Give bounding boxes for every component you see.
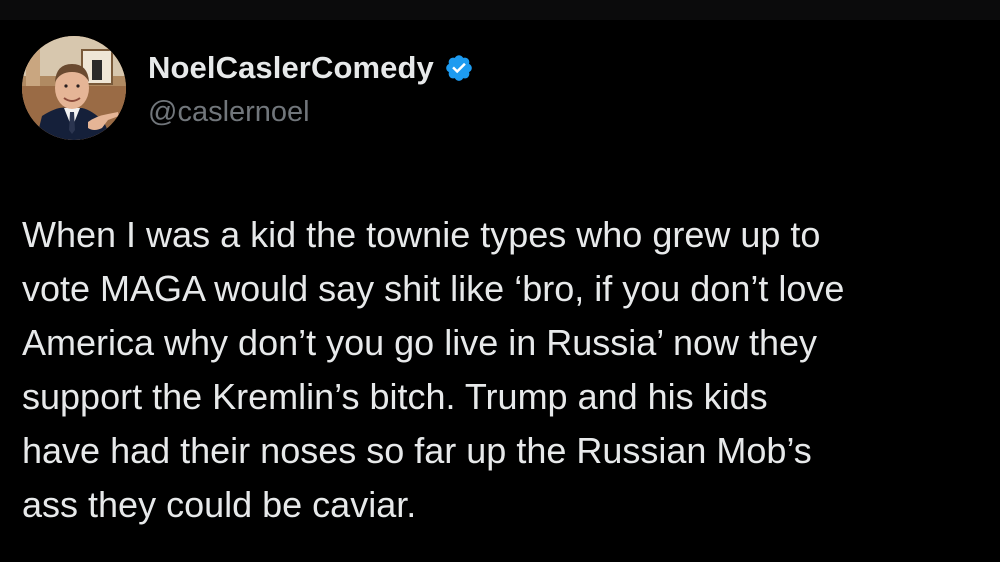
profile-photo-icon bbox=[22, 36, 126, 140]
tweet-line: ass they could be caviar. bbox=[22, 484, 417, 525]
tweet-card: NoelCaslerComedy @caslernoel When I was … bbox=[0, 20, 1000, 562]
top-strip bbox=[0, 0, 1000, 20]
tweet-line: America why don’t you go live in Russia’… bbox=[22, 322, 818, 363]
avatar[interactable] bbox=[22, 36, 126, 140]
tweet-line: vote MAGA would say shit like ‘bro, if y… bbox=[22, 268, 845, 309]
tweet-body: When I was a kid the townie types who gr… bbox=[22, 208, 982, 532]
tweet-line: support the Kremlin’s bitch. Trump and h… bbox=[22, 376, 768, 417]
tweet-line: When I was a kid the townie types who gr… bbox=[22, 214, 821, 255]
author-name-row: NoelCaslerComedy bbox=[148, 50, 474, 86]
verified-badge-icon bbox=[444, 53, 474, 83]
author-handle[interactable]: @caslernoel bbox=[148, 96, 310, 129]
tweet-line: have had their noses so far up the Russi… bbox=[22, 430, 812, 471]
author-display-name[interactable]: NoelCaslerComedy bbox=[148, 50, 434, 86]
